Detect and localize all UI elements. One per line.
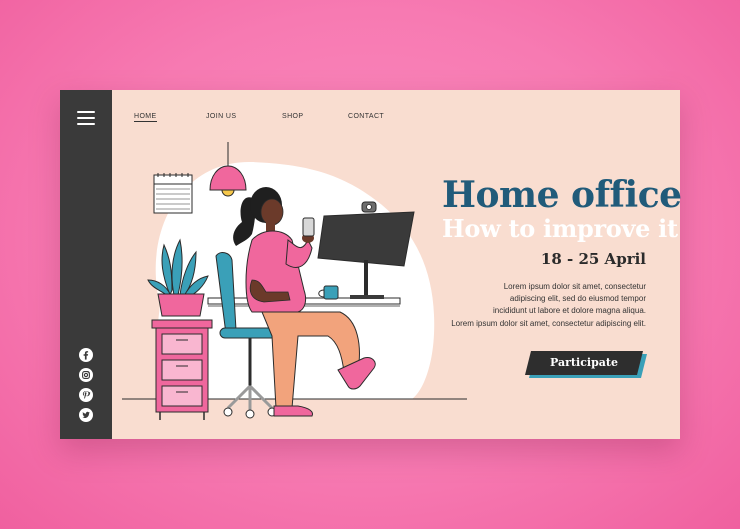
event-dates: 18 - 25 April <box>540 250 646 268</box>
participate-button-wrap: Participate <box>525 351 647 378</box>
twitter-icon[interactable] <box>79 408 93 422</box>
home-office-illustration <box>122 142 467 420</box>
sidebar <box>60 90 112 439</box>
body-line: adipiscing elit, sed do eiusmod tempor <box>509 294 646 304</box>
pinterest-icon[interactable] <box>79 388 93 402</box>
body-line: Lorem ipsum dolor sit amet, consectetur … <box>451 318 646 328</box>
webcam-icon <box>361 201 377 213</box>
participate-button[interactable]: Participate <box>528 351 640 375</box>
instagram-icon[interactable] <box>79 368 93 382</box>
hero-subtitle: How to improve it <box>442 214 678 243</box>
drawer-cabinet-icon <box>151 319 213 420</box>
body-line: incididunt ut labore et dolore magna ali… <box>493 306 646 316</box>
hero-body: Lorem ipsum dolor sit amet, consectetur … <box>446 281 646 330</box>
smartphone-icon <box>302 217 315 237</box>
calendar-icon <box>153 173 193 214</box>
hero-title: Home office <box>442 174 682 216</box>
body-line: Lorem ipsum dolor sit amet, consectetur <box>503 282 646 291</box>
landing-card: HOME JOIN US SHOP CONTACT Home office Ho… <box>60 90 682 439</box>
facebook-icon[interactable] <box>79 348 93 362</box>
hamburger-icon[interactable] <box>77 111 95 125</box>
